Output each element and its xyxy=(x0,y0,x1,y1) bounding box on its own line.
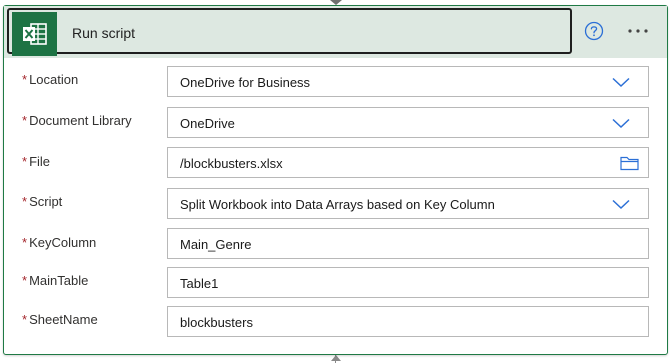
chevron-down-icon[interactable] xyxy=(612,77,630,88)
required-marker: * xyxy=(22,194,28,209)
maintable-value: Table1 xyxy=(180,276,219,291)
document-library-label: * Document Library xyxy=(22,113,132,128)
keycolumn-label: * KeyColumn xyxy=(22,235,96,250)
keycolumn-value: Main_Genre xyxy=(180,237,252,252)
script-value: Split Workbook into Data Arrays based on… xyxy=(180,197,495,212)
required-marker: * xyxy=(22,72,28,87)
maintable-label: * MainTable xyxy=(22,273,88,288)
maintable-label-text: MainTable xyxy=(29,273,89,288)
required-marker: * xyxy=(22,154,28,169)
location-value: OneDrive for Business xyxy=(180,75,311,90)
location-dropdown[interactable]: OneDrive for Business xyxy=(167,66,649,97)
document-library-dropdown[interactable]: OneDrive xyxy=(167,107,649,138)
document-library-value: OneDrive xyxy=(180,116,235,131)
folder-icon[interactable] xyxy=(620,155,639,171)
required-marker: * xyxy=(22,235,28,250)
maintable-input[interactable]: Table1 xyxy=(167,267,649,298)
file-picker-field[interactable]: /blockbusters.xlsx xyxy=(167,147,649,178)
required-marker: * xyxy=(22,312,28,327)
file-value: /blockbusters.xlsx xyxy=(180,156,283,171)
keycolumn-label-text: KeyColumn xyxy=(29,235,97,250)
file-label: * File xyxy=(22,154,50,169)
action-title: Run script xyxy=(72,25,136,41)
action-title-box[interactable]: Run script xyxy=(7,8,572,56)
run-script-action-card: Run script * Location OneDrive for Busine… xyxy=(3,5,668,355)
chevron-down-icon[interactable] xyxy=(612,118,630,129)
required-marker: * xyxy=(22,273,28,288)
required-marker: * xyxy=(22,113,28,128)
more-ellipsis-icon[interactable] xyxy=(625,20,655,42)
action-header[interactable]: Run script xyxy=(4,6,667,58)
script-label: * Script xyxy=(22,194,62,209)
script-label-text: Script xyxy=(29,194,63,209)
sheetname-label-text: SheetName xyxy=(29,312,98,327)
excel-icon xyxy=(12,12,57,56)
flow-connector-arrow-bottom xyxy=(331,355,341,361)
location-label: * Location xyxy=(22,72,78,87)
document-library-label-text: Document Library xyxy=(29,113,132,128)
file-label-text: File xyxy=(29,154,51,169)
location-label-text: Location xyxy=(29,72,79,87)
sheetname-value: blockbusters xyxy=(180,315,253,330)
sheetname-input[interactable]: blockbusters xyxy=(167,306,649,337)
chevron-down-icon[interactable] xyxy=(612,199,630,210)
help-circle-icon[interactable] xyxy=(584,21,604,41)
sheetname-label: * SheetName xyxy=(22,312,98,327)
keycolumn-input[interactable]: Main_Genre xyxy=(167,228,649,259)
script-dropdown[interactable]: Split Workbook into Data Arrays based on… xyxy=(167,188,649,219)
